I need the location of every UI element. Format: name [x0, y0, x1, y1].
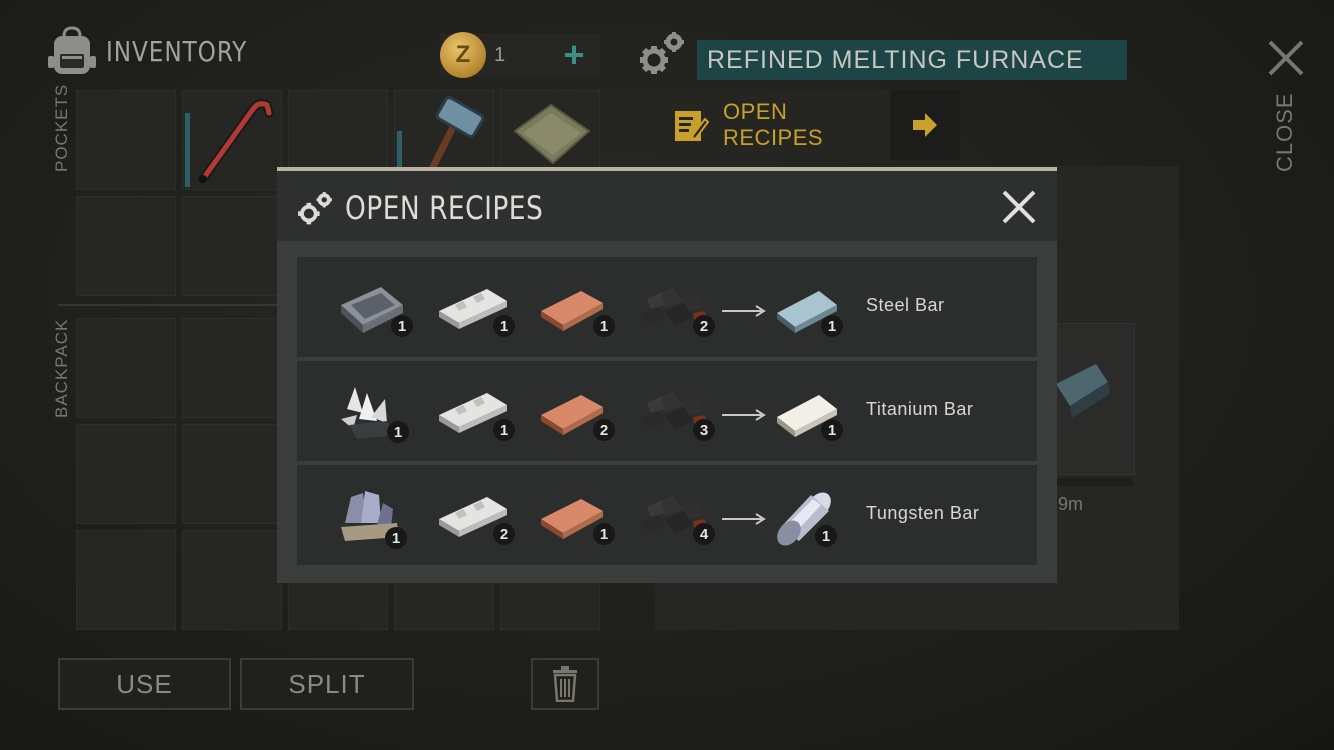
recipe-row[interactable]: 1 1 1 2 1 Steel Bar — [297, 257, 1037, 357]
quantity-badge: 1 — [815, 525, 837, 547]
modal-header: OPEN RECIPES — [277, 171, 1057, 241]
aluminum-ingot-icon: 2 — [435, 483, 515, 549]
open-recipes-label: OPEN RECIPES — [723, 99, 824, 150]
copper-ingot-icon: 1 — [539, 483, 615, 549]
coin-counter: Z 1 + — [440, 32, 600, 78]
quantity-badge: 1 — [593, 523, 615, 545]
titanium-bar-icon: 1 — [773, 379, 849, 445]
copper-ingot-icon: 2 — [539, 379, 615, 445]
backpack-slot[interactable] — [76, 318, 176, 418]
pocket-slot[interactable] — [182, 196, 282, 296]
crowbar-icon — [198, 99, 274, 184]
yields-arrow-icon — [722, 409, 766, 421]
quantity-badge: 3 — [693, 419, 715, 441]
coin-icon: Z — [440, 32, 486, 78]
coin-count: 1 — [494, 43, 506, 66]
inventory-header: INVENTORY — [48, 26, 260, 76]
aluminum-ingot-icon: 1 — [435, 379, 515, 445]
recipe-book-icon — [675, 111, 709, 141]
inventory-title: INVENTORY — [106, 34, 248, 68]
open-recipes-arrow[interactable] — [890, 90, 960, 160]
furnace-timer: 9m — [1058, 494, 1084, 514]
pockets-label: POCKETS — [52, 83, 71, 172]
recipe-name: Steel Bar — [866, 295, 945, 315]
trash-icon — [553, 666, 577, 702]
tungsten-bar-icon: 1 — [773, 483, 849, 549]
backpack-label: BACKPACK — [52, 318, 71, 418]
yields-arrow-icon — [722, 513, 766, 525]
quantity-badge: 2 — [593, 419, 615, 441]
steel-bar-icon: 1 — [773, 275, 849, 341]
open-recipes-button[interactable]: OPEN RECIPES — [655, 90, 960, 160]
close-icon[interactable] — [1001, 189, 1037, 225]
close-label[interactable]: CLOSE — [1272, 92, 1298, 172]
coal-icon: 2 — [635, 275, 715, 341]
gears-icon — [640, 32, 684, 74]
recipe-row[interactable]: 1 1 2 3 1 Titanium Bar — [297, 361, 1037, 461]
gears-icon — [298, 192, 332, 225]
open-recipes-modal: OPEN RECIPES 1 1 1 2 1 Steel Bar 1 1 2 3… — [277, 167, 1057, 583]
coal-icon: 4 — [635, 483, 715, 549]
recipe-row[interactable]: 1 2 1 4 1 Tungsten Bar — [297, 465, 1037, 565]
coin-glyph: Z — [455, 41, 471, 68]
quantity-badge: 1 — [391, 315, 413, 337]
quantity-badge: 1 — [385, 527, 407, 549]
iron-ingot-icon: 1 — [337, 275, 413, 341]
close-icon[interactable] — [1266, 38, 1306, 78]
arrow-right-icon — [913, 113, 937, 137]
recipe-name: Tungsten Bar — [866, 503, 980, 523]
yields-arrow-icon — [722, 305, 766, 317]
use-button[interactable]: USE — [58, 658, 231, 710]
pocket-slot[interactable] — [76, 90, 176, 190]
quantity-badge: 1 — [387, 421, 409, 443]
pocket-slot[interactable] — [76, 196, 176, 296]
backpack-icon — [48, 26, 96, 74]
aluminum-ingot-icon: 1 — [435, 275, 515, 341]
copper-ingot-icon: 1 — [539, 275, 615, 341]
pocket-slot-crowbar[interactable] — [182, 90, 282, 190]
tungsten-ore-icon: 1 — [337, 483, 413, 549]
furnace-title: REFINED MELTING FURNACE — [697, 40, 1127, 80]
quantity-badge: 2 — [693, 315, 715, 337]
recipe-name: Titanium Bar — [866, 399, 974, 419]
backpack-slot[interactable] — [76, 424, 176, 524]
quantity-badge: 1 — [593, 315, 615, 337]
quantity-badge: 1 — [821, 315, 843, 337]
quantity-badge: 1 — [493, 315, 515, 337]
modal-title: OPEN RECIPES — [345, 189, 544, 227]
titanium-ore-icon: 1 — [337, 379, 413, 445]
backpack-slot[interactable] — [76, 530, 176, 630]
trash-button[interactable] — [531, 658, 599, 710]
quantity-badge: 1 — [821, 419, 843, 441]
quantity-badge: 2 — [493, 523, 515, 545]
split-button[interactable]: SPLIT — [240, 658, 414, 710]
quantity-badge: 4 — [693, 523, 715, 545]
add-coins-button[interactable]: + — [548, 34, 600, 76]
coal-icon: 3 — [635, 379, 715, 445]
quantity-badge: 1 — [493, 419, 515, 441]
backpack-slot[interactable] — [182, 424, 282, 524]
backpack-slot[interactable] — [182, 530, 282, 630]
backpack-slot[interactable] — [182, 318, 282, 418]
